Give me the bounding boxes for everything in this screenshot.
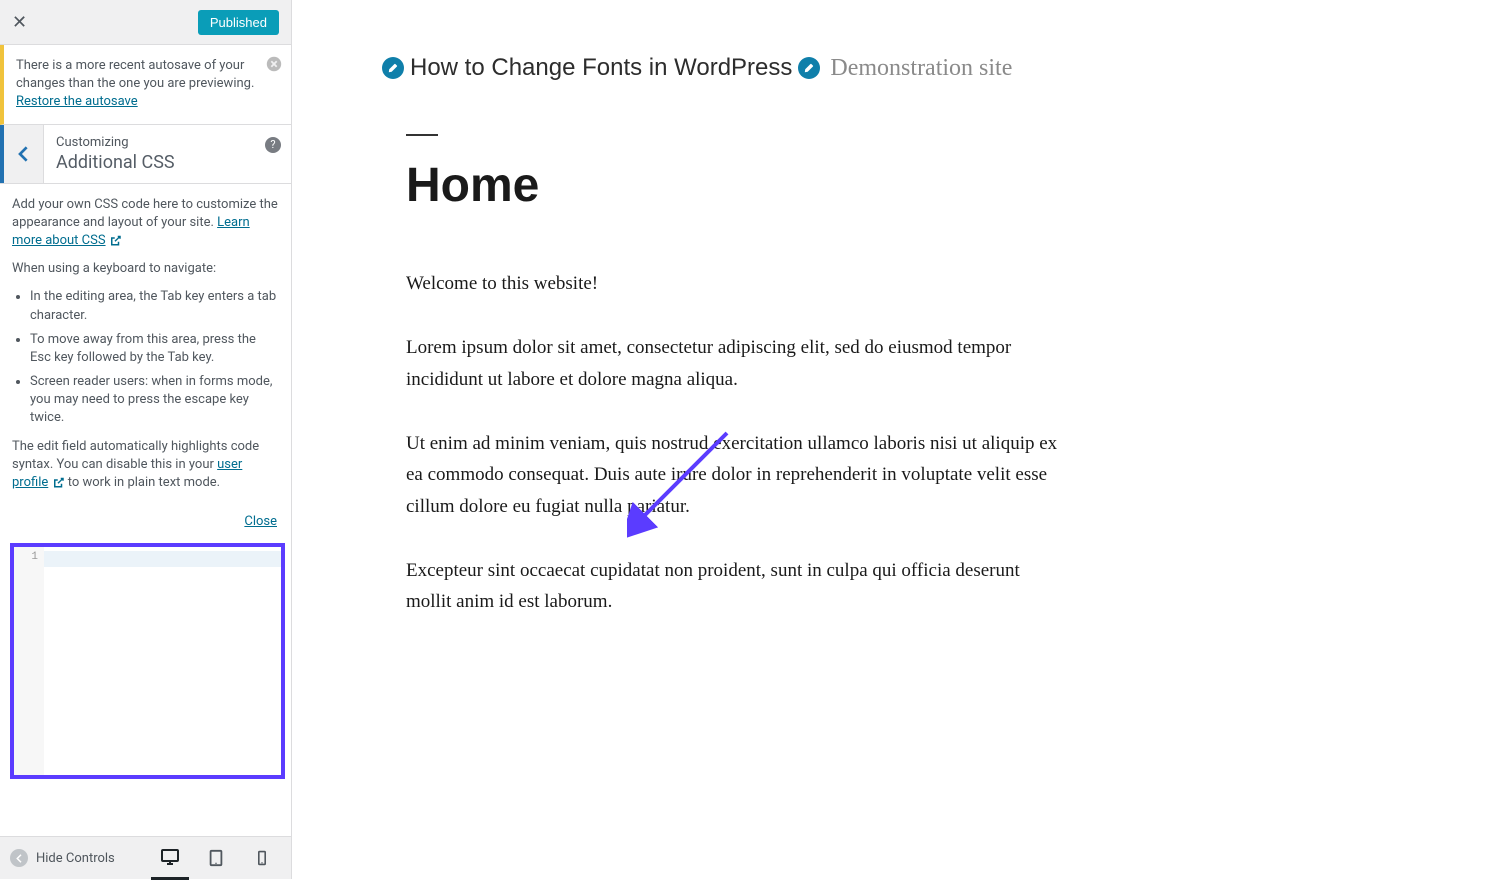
close-icon[interactable]: ✕ <box>12 12 27 33</box>
description: Add your own CSS code here to customize … <box>0 184 291 515</box>
site-title[interactable]: How to Change Fonts in WordPress <box>410 56 792 80</box>
collapse-icon[interactable] <box>10 849 28 867</box>
desc-li2: To move away from this area, press the E… <box>30 331 279 367</box>
edit-icon[interactable] <box>798 57 820 79</box>
help-icon[interactable]: ? <box>265 137 281 153</box>
paragraph: Ut enim ad minim veniam, quis nostrud ex… <box>406 428 1066 522</box>
section-title: Customizing Additional CSS ? <box>44 125 291 183</box>
topbar: ✕ Published <box>0 0 291 45</box>
line-gutter: 1 <box>14 547 44 775</box>
paragraph: Welcome to this website! <box>406 268 1066 299</box>
code-area[interactable] <box>44 547 281 775</box>
section-main: Additional CSS <box>56 152 279 173</box>
desc-li3: Screen reader users: when in forms mode,… <box>30 373 279 428</box>
notice-text: There is a more recent autosave of your … <box>16 58 254 91</box>
page-content: Home Welcome to this website! Lorem ipsu… <box>406 134 1066 618</box>
section-header: Customizing Additional CSS ? <box>0 125 291 184</box>
restore-autosave-link[interactable]: Restore the autosave <box>16 94 138 109</box>
dismiss-icon[interactable] <box>265 55 283 80</box>
section-sup: Customizing <box>56 135 279 150</box>
sidebar-footer: Hide Controls <box>0 836 291 879</box>
title-divider <box>406 134 438 136</box>
customizer-sidebar: ✕ Published There is a more recent autos… <box>0 0 292 879</box>
page-title: Home <box>406 162 1066 210</box>
site-header: How to Change Fonts in WordPress Demonst… <box>382 56 1410 80</box>
css-editor[interactable]: 1 <box>10 543 285 779</box>
desc-li1: In the editing area, the Tab key enters … <box>30 288 279 324</box>
paragraph: Lorem ipsum dolor sit amet, consectetur … <box>406 332 1066 395</box>
back-button[interactable] <box>0 125 44 183</box>
paragraph: Excepteur sint occaecat cupidatat non pr… <box>406 555 1066 618</box>
site-tagline[interactable]: Demonstration site <box>830 56 1012 80</box>
desc-keyboard: When using a keyboard to navigate: <box>12 260 279 278</box>
autosave-notice: There is a more recent autosave of your … <box>0 45 291 125</box>
hide-controls-label[interactable]: Hide Controls <box>36 851 115 866</box>
edit-icon[interactable] <box>382 57 404 79</box>
published-button[interactable]: Published <box>198 10 279 35</box>
external-icon <box>109 235 122 247</box>
close-link[interactable]: Close <box>244 514 277 529</box>
desktop-icon[interactable] <box>151 837 189 880</box>
tablet-icon[interactable] <box>197 837 235 880</box>
desc-syntax2: to work in plain text mode. <box>65 475 221 490</box>
external-icon <box>52 477 65 489</box>
preview-pane: How to Change Fonts in WordPress Demonst… <box>292 0 1500 879</box>
mobile-icon[interactable] <box>243 837 281 880</box>
